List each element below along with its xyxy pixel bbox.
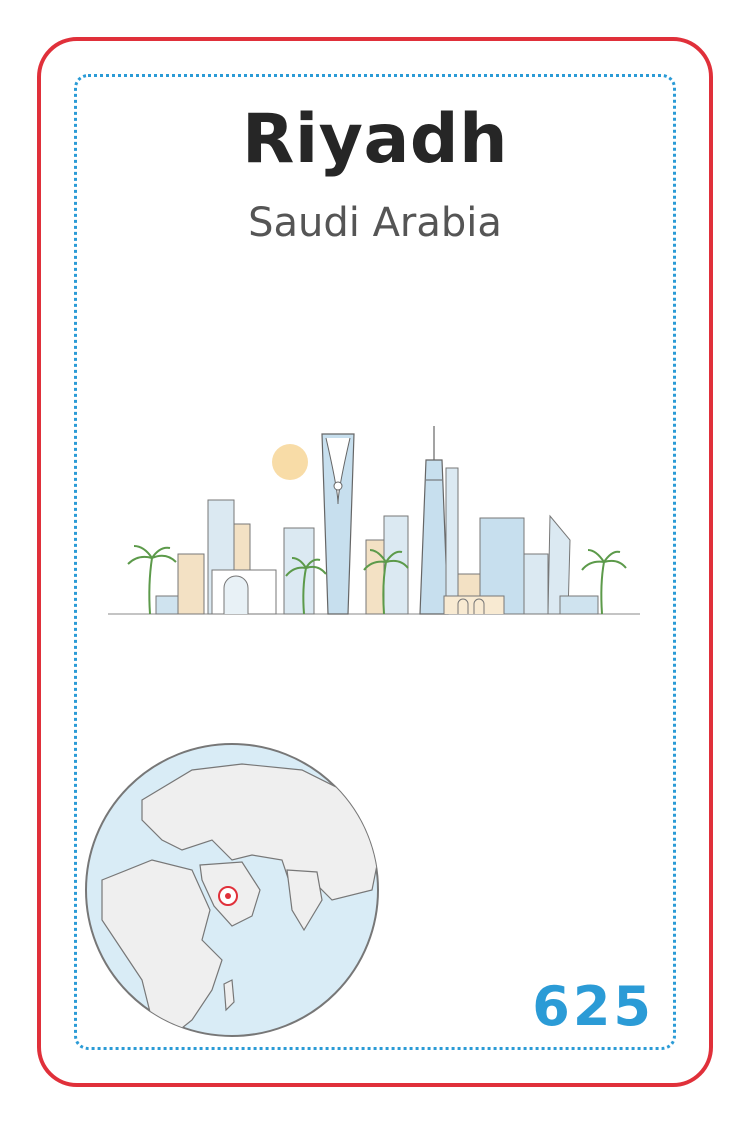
card-number: 625 [532, 975, 654, 1038]
country-name: Saudi Arabia [248, 200, 502, 246]
city-name: Riyadh [242, 100, 508, 179]
globe-map-icon [85, 743, 379, 1037]
skyline-illustration [108, 426, 640, 615]
location-marker-icon [218, 886, 238, 906]
